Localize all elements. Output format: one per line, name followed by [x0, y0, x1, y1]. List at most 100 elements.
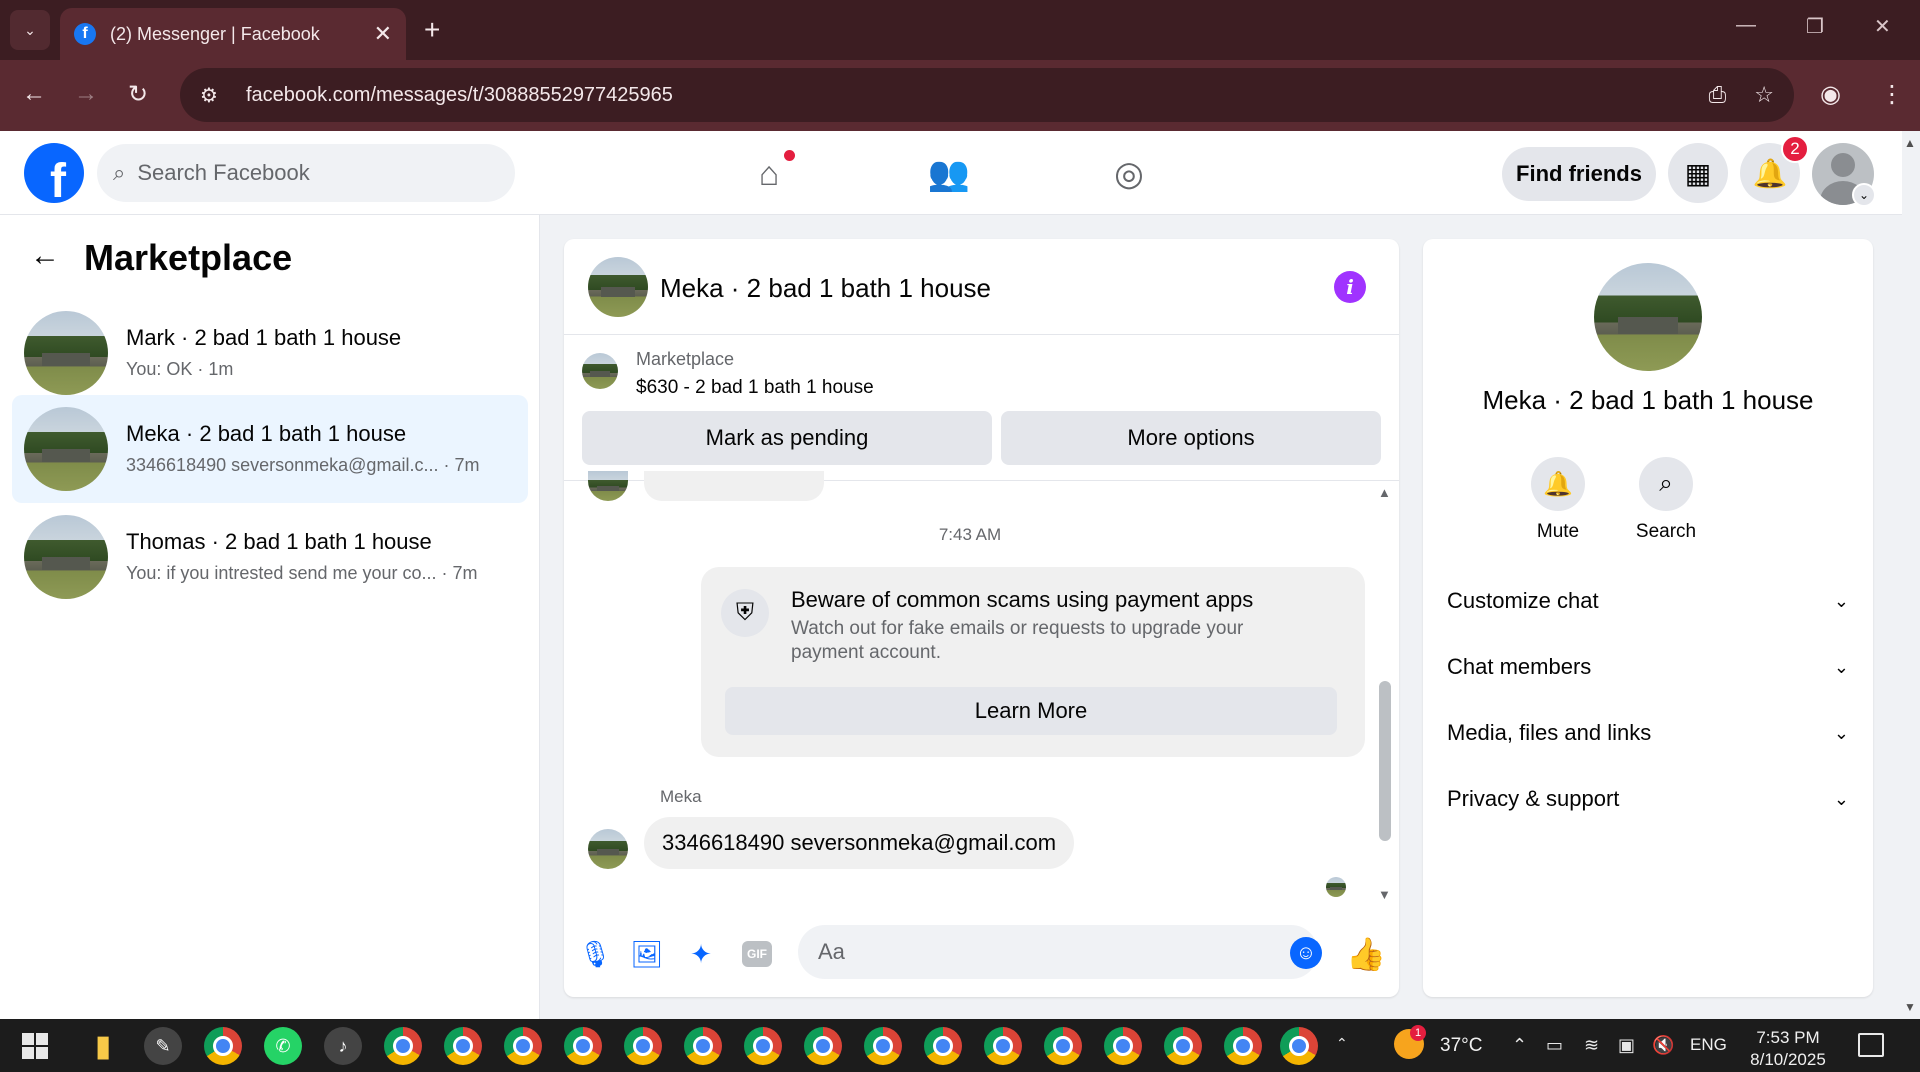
conversation-item-thomas[interactable]: Thomas · 2 bad 1 bath 1 house You: if yo… — [12, 503, 528, 611]
scroll-up-arrow-icon[interactable]: ▲ — [1378, 485, 1391, 500]
chrome-icon[interactable] — [804, 1027, 842, 1065]
section-chat-members[interactable]: Chat members ⌄ — [1435, 639, 1861, 695]
account-chevron-down-icon[interactable]: ⌄ — [1852, 183, 1876, 207]
message-thread[interactable]: ▲ ▼ 7:43 AM ⛨ Beware of common scams usi… — [564, 471, 1399, 911]
search-label: Search — [1635, 521, 1697, 542]
menu-grid-icon[interactable]: ▦ — [1668, 143, 1728, 203]
forward-arrow-icon[interactable]: → — [74, 80, 98, 108]
scam-warning-description: Watch out for fake emails or requests to… — [791, 618, 1244, 663]
bookmark-star-icon[interactable]: ☆ — [1754, 82, 1774, 108]
page-scroll-up-arrow-icon[interactable]: ▲ — [1904, 136, 1916, 150]
file-explorer-icon[interactable]: ▮ — [84, 1027, 122, 1065]
profile-icon[interactable]: ◉ — [1820, 80, 1841, 109]
input-language[interactable]: ENG — [1690, 1035, 1727, 1055]
taskbar-overflow-chevron-icon[interactable]: ⌃ — [1336, 1035, 1348, 1052]
battery-icon[interactable]: ▭ — [1546, 1035, 1563, 1056]
wifi-icon[interactable]: ≋ — [1584, 1035, 1599, 1056]
site-settings-icon[interactable]: ⚙ — [200, 83, 218, 108]
facebook-search[interactable]: ⌕ — [97, 144, 515, 202]
chrome-icon[interactable] — [1104, 1027, 1142, 1065]
groups-icon[interactable]: ◎ — [1106, 151, 1152, 197]
sticker-icon[interactable]: ✦ — [684, 937, 718, 971]
minimize-icon[interactable]: — — [1736, 14, 1756, 37]
conversation-list-panel: ← Marketplace Mark · 2 bad 1 bath 1 hous… — [0, 215, 540, 1019]
scam-warning-title: Beware of common scams using payment app… — [791, 587, 1254, 612]
browser-tab-bar: ⌄ f (2) Messenger | Facebook ✕ + — ❐ ✕ — [0, 0, 1920, 60]
gif-icon[interactable]: GIF — [742, 941, 772, 967]
conversation-preview: You: if you intrested send me your co...… — [126, 563, 478, 583]
more-options-button[interactable]: More options — [1001, 411, 1381, 465]
message-bubble[interactable]: 3346618490 seversonmeka@gmail.com — [644, 817, 1075, 869]
page-scroll-down-arrow-icon[interactable]: ▼ — [1904, 1000, 1916, 1014]
restore-icon[interactable]: ❐ — [1806, 14, 1824, 39]
conversation-item-mark[interactable]: Mark · 2 bad 1 bath 1 house You: OK · 1m — [12, 299, 528, 407]
conversation-item-meka[interactable]: Meka · 2 bad 1 bath 1 house 3346618490 s… — [12, 395, 528, 503]
listing-title[interactable]: $630 - 2 bad 1 bath 1 house — [636, 377, 874, 399]
section-media-files-links[interactable]: Media, files and links ⌄ — [1435, 705, 1861, 761]
conversation-preview: You: OK · 1m — [126, 359, 234, 379]
chrome-icon[interactable] — [984, 1027, 1022, 1065]
contact-avatar[interactable] — [1594, 263, 1702, 371]
message-input[interactable] — [798, 925, 1318, 979]
chrome-icon[interactable] — [1044, 1027, 1082, 1065]
back-arrow-icon[interactable]: ← — [30, 239, 60, 273]
friends-icon[interactable]: 👥 — [926, 151, 972, 197]
window-close-icon[interactable]: ✕ — [1874, 14, 1891, 39]
back-arrow-icon[interactable]: ← — [22, 80, 46, 108]
scroll-down-arrow-icon[interactable]: ▼ — [1378, 887, 1391, 902]
section-privacy-support[interactable]: Privacy & support ⌄ — [1435, 771, 1861, 827]
windows-start-icon[interactable] — [22, 1033, 48, 1059]
mark-as-pending-button[interactable]: Mark as pending — [582, 411, 992, 465]
photo-attach-icon[interactable]: 🖼 — [630, 937, 664, 971]
find-friends-button[interactable]: Find friends — [1502, 147, 1656, 201]
facebook-logo[interactable]: f — [24, 143, 84, 203]
emoji-icon[interactable]: ☺ — [1290, 937, 1322, 969]
install-app-icon[interactable]: ⎙ — [1709, 82, 1727, 108]
chat-title[interactable]: Meka · 2 bad 1 bath 1 house — [660, 273, 991, 304]
chat-details-panel: Meka · 2 bad 1 bath 1 house 🔔 Mute ⌕ Sea… — [1423, 239, 1873, 997]
tab-search-button[interactable]: ⌄ — [10, 10, 50, 50]
browser-toolbar: ← → ↻ ⚙ facebook.com/messages/t/30888552… — [0, 60, 1920, 131]
section-customize-chat[interactable]: Customize chat ⌄ — [1435, 573, 1861, 629]
chrome-icon[interactable] — [924, 1027, 962, 1065]
browser-menu-icon[interactable]: ⋮ — [1880, 80, 1904, 109]
thread-scrollbar[interactable] — [1379, 681, 1391, 841]
message-avatar[interactable] — [588, 829, 628, 869]
address-url[interactable]: facebook.com/messages/t/3088855297742596… — [246, 84, 1681, 107]
chrome-icon[interactable] — [684, 1027, 722, 1065]
new-tab-button[interactable]: + — [424, 14, 440, 46]
search-input[interactable] — [137, 160, 458, 186]
camera-icon[interactable]: ▣ — [1618, 1035, 1635, 1056]
chrome-icon[interactable] — [564, 1027, 602, 1065]
chrome-icon[interactable] — [864, 1027, 902, 1065]
chrome-icon[interactable] — [744, 1027, 782, 1065]
chrome-icon[interactable] — [444, 1027, 482, 1065]
browser-tab-messenger[interactable]: f (2) Messenger | Facebook ✕ — [60, 8, 406, 60]
notification-center-icon[interactable] — [1858, 1033, 1884, 1057]
listing-thumbnail[interactable] — [582, 353, 618, 389]
volume-muted-icon[interactable]: 🔇 — [1652, 1035, 1674, 1056]
tab-close-icon[interactable]: ✕ — [374, 21, 392, 47]
mute-button[interactable]: 🔔 Mute — [1513, 457, 1603, 543]
whatsapp-icon[interactable]: ✆ — [264, 1027, 302, 1065]
microphone-icon[interactable]: 🎙 — [578, 937, 612, 971]
tiktok-icon[interactable]: ♪ — [324, 1027, 362, 1065]
reload-icon[interactable]: ↻ — [128, 80, 148, 109]
address-bar[interactable]: ⚙ facebook.com/messages/t/30888552977425… — [180, 68, 1794, 122]
thumbs-up-icon[interactable]: 👍 — [1346, 935, 1386, 973]
chrome-icon[interactable] — [1280, 1027, 1318, 1065]
info-icon[interactable]: i — [1334, 271, 1366, 303]
chrome-icon[interactable] — [504, 1027, 542, 1065]
system-clock[interactable]: 7:53 PM 8/10/2025 — [1740, 1027, 1836, 1071]
chrome-icon[interactable] — [204, 1027, 242, 1065]
chrome-icon[interactable] — [1164, 1027, 1202, 1065]
chrome-icon[interactable] — [1224, 1027, 1262, 1065]
show-hidden-icons-icon[interactable]: ⌃ — [1512, 1035, 1527, 1056]
learn-more-button[interactable]: Learn More — [725, 687, 1337, 735]
chrome-icon[interactable] — [624, 1027, 662, 1065]
temperature[interactable]: 37°C — [1440, 1035, 1482, 1057]
chat-avatar[interactable] — [588, 257, 648, 317]
search-conversation-button[interactable]: ⌕ Search — [1621, 457, 1711, 543]
paint-app-icon[interactable]: ✎ — [144, 1027, 182, 1065]
chrome-icon[interactable] — [384, 1027, 422, 1065]
